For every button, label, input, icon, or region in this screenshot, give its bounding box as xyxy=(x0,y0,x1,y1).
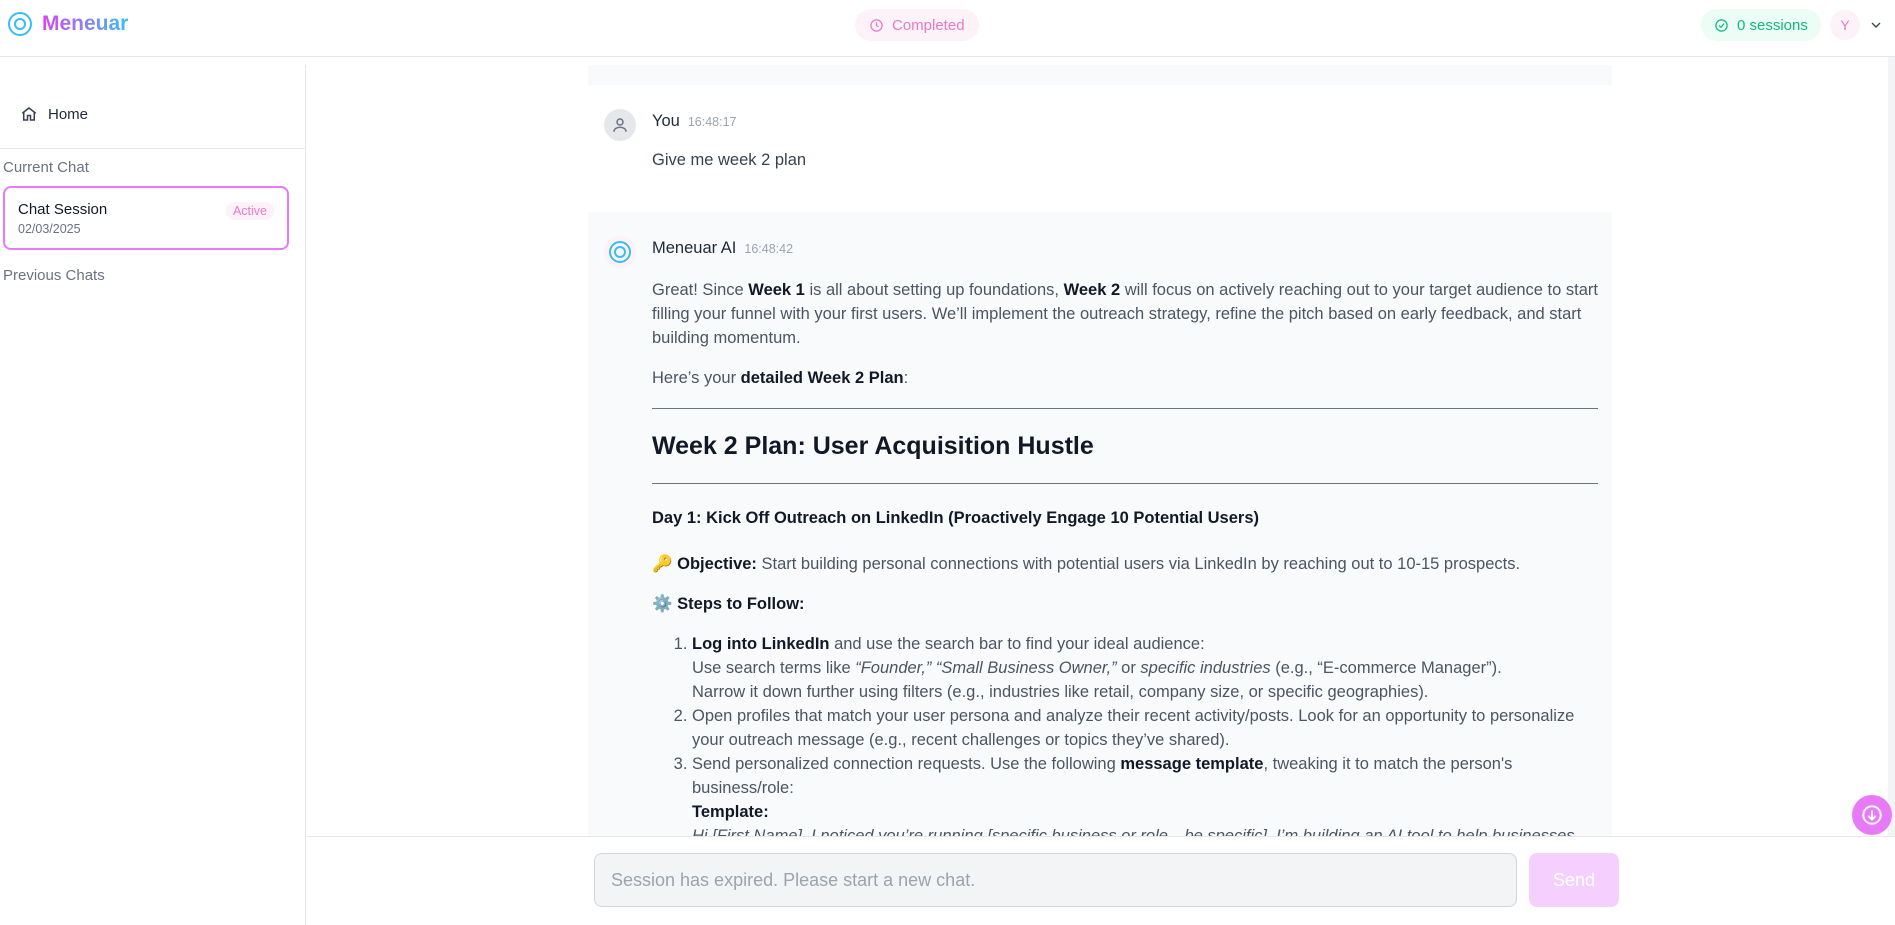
ai-message: Meneuar AI 16:48:42 Great! Since Week 1 i… xyxy=(588,212,1612,836)
message-text: Give me week 2 plan xyxy=(652,151,807,169)
chat-messages-area[interactable]: You 16:48:17 Give me week 2 plan Meneuar … xyxy=(307,57,1895,836)
plan-heading: Week 2 Plan: User Acquisition Hustle xyxy=(652,432,1094,460)
divider xyxy=(652,483,1598,484)
message-header: Meneuar AI 16:48:42 xyxy=(652,239,793,258)
ai-message-body: Great! Since Week 1 is all about setting… xyxy=(652,278,1598,836)
chat-input-bar: Send xyxy=(307,836,1895,925)
sidebar-divider xyxy=(0,148,306,149)
user-icon xyxy=(613,118,627,132)
message-time: 16:48:17 xyxy=(687,115,737,129)
chat-date: 02/03/2025 xyxy=(18,222,81,236)
brand-name: Meneuar xyxy=(42,12,129,35)
list-item: Open profiles that match your user perso… xyxy=(692,704,1598,752)
previous-chats-heading: Previous Chats xyxy=(3,267,105,284)
clock-icon xyxy=(870,18,883,32)
key-icon: 🔑 xyxy=(652,555,673,573)
current-chat-card[interactable]: Chat Session 02/03/2025 Active xyxy=(3,186,289,250)
sidebar: Home Current Chat Chat Session 02/03/202… xyxy=(0,65,306,925)
check-circle-icon xyxy=(1715,18,1728,32)
sessions-count-label: 0 sessions xyxy=(1737,16,1808,34)
steps-list: Log into LinkedIn and use the search bar… xyxy=(652,632,1598,836)
brand[interactable]: Meneuar xyxy=(8,12,128,36)
brand-logo-icon xyxy=(8,12,32,36)
sidebar-item-home[interactable]: Home xyxy=(20,105,88,123)
template-text: Hi [First Name], I noticed you’re runnin… xyxy=(692,827,1575,836)
current-chat-heading: Current Chat xyxy=(3,159,89,176)
session-status-label: Completed xyxy=(892,16,965,34)
arrow-down-icon xyxy=(1862,805,1882,825)
sender-name: You xyxy=(652,112,680,130)
chat-message-input[interactable] xyxy=(594,853,1517,907)
session-status-badge: Completed xyxy=(855,9,979,41)
intro-paragraph: Great! Since Week 1 is all about setting… xyxy=(652,281,1598,347)
objective-paragraph: 🔑 Objective: Start building personal con… xyxy=(652,555,1521,573)
user-avatar-button[interactable]: Y xyxy=(1830,10,1860,40)
message-header: You 16:48:17 xyxy=(652,112,737,131)
sessions-count-badge: 0 sessions xyxy=(1701,9,1821,41)
message-time: 16:48:42 xyxy=(744,242,794,256)
active-badge: Active xyxy=(225,202,274,220)
scrollbar[interactable] xyxy=(1888,57,1895,836)
ai-avatar xyxy=(604,236,636,268)
home-icon xyxy=(21,107,37,121)
chat-title: Chat Session xyxy=(18,201,108,218)
plan-intro-paragraph: Here’s your detailed Week 2 Plan: xyxy=(652,369,909,387)
previous-message-edge xyxy=(588,65,1612,85)
avatar-initial: Y xyxy=(1840,17,1850,33)
list-item: Send personalized connection requests. U… xyxy=(692,752,1598,836)
target-circle-icon xyxy=(609,241,631,263)
sidebar-item-label: Home xyxy=(48,105,89,123)
top-header: Meneuar Completed 0 sessions Y xyxy=(0,0,1895,57)
day-heading: Day 1: Kick Off Outreach on LinkedIn (Pr… xyxy=(652,509,1260,527)
gear-icon: ⚙️ xyxy=(652,595,673,613)
chevron-down-icon[interactable] xyxy=(1868,17,1884,33)
user-avatar xyxy=(604,109,636,141)
sender-name: Meneuar AI xyxy=(652,239,737,257)
divider xyxy=(652,408,1598,409)
scroll-to-bottom-button[interactable] xyxy=(1852,795,1892,835)
list-item: Log into LinkedIn and use the search bar… xyxy=(692,632,1598,704)
steps-heading: ⚙️ Steps to Follow: xyxy=(652,595,805,613)
send-button[interactable]: Send xyxy=(1529,853,1619,907)
